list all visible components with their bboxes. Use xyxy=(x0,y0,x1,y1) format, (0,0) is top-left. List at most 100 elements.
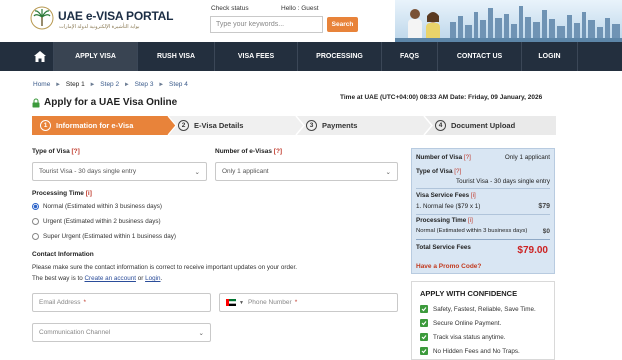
processing-time-label-text: Processing Time xyxy=(32,190,84,197)
chevron-down-icon: ⌄ xyxy=(385,168,391,176)
processing-time-label: Processing Time [i] xyxy=(32,190,92,197)
step-progress: 1 Information for e-Visa 2 E-Visa Detail… xyxy=(32,116,556,135)
email-required-mark: * xyxy=(83,299,87,306)
summary-type-row: Type of Visa [?] xyxy=(416,168,550,175)
step-3-label: Payments xyxy=(322,121,358,130)
contact-way: The best way is to Create an account or … xyxy=(32,275,163,282)
breadcrumb-home[interactable]: Home xyxy=(33,81,50,88)
breadcrumb-separator-icon: ► xyxy=(55,82,62,88)
confidence-item-text: Safety, Fastest, Reliable, Save Time. xyxy=(433,305,536,313)
summary-processing-value: Normal (Estimated within 3 business days… xyxy=(416,228,528,234)
num-visas-select[interactable]: Only 1 applicant ⌄ xyxy=(215,162,398,181)
visa-type-select[interactable]: Tourist Visa - 30 days single entry ⌄ xyxy=(32,162,207,181)
home-button[interactable] xyxy=(27,42,53,71)
nav-visa-fees[interactable]: VISA FEES xyxy=(214,42,297,71)
email-field[interactable]: Email Address * xyxy=(32,293,211,312)
step-2[interactable]: 2 E-Visa Details xyxy=(178,116,243,135)
lock-icon xyxy=(32,98,40,108)
phone-field[interactable]: ▼ Phone Number * xyxy=(219,293,398,312)
processing-option-super-urgent[interactable]: Super Urgent (Estimated within 1 busines… xyxy=(32,233,176,240)
breadcrumb-step-2[interactable]: Step 2 xyxy=(100,81,119,88)
breadcrumb-separator-icon: ► xyxy=(89,82,96,88)
breadcrumb-step-3[interactable]: Step 3 xyxy=(135,81,154,88)
nav-processing[interactable]: PROCESSING xyxy=(297,42,381,71)
communication-channel-select[interactable]: Communication Channel ⌄ xyxy=(32,323,211,342)
visa-type-help-icon[interactable]: [?] xyxy=(72,148,80,155)
step-2-number: 2 xyxy=(178,120,189,131)
radio-unselected[interactable] xyxy=(32,233,39,240)
visa-type-label: Type of Visa [?] xyxy=(32,148,80,155)
order-summary: Number of Visa [?] Only 1 applicant Type… xyxy=(411,148,555,274)
palm-logo-icon[interactable] xyxy=(30,6,54,30)
step-2-label: E-Visa Details xyxy=(194,121,244,130)
nav-login[interactable]: LOGIN xyxy=(521,42,578,71)
breadcrumb-separator-icon: ► xyxy=(158,82,165,88)
summary-total-label-text: Total Service Fees xyxy=(416,244,471,251)
confidence-item: Track visa status anytime. xyxy=(420,333,506,341)
step-3[interactable]: 3 Payments xyxy=(306,116,357,135)
num-visas-help-icon[interactable]: [?] xyxy=(274,148,282,155)
radio-selected[interactable] xyxy=(32,203,39,210)
confidence-item: Secure Online Payment. xyxy=(420,319,501,327)
step-1-label: Information for e-Visa xyxy=(56,121,134,130)
contact-note: Please make sure the contact information… xyxy=(32,264,297,271)
login-link[interactable]: Login xyxy=(145,275,160,282)
summary-fees-row: Visa Service Fees [i] xyxy=(416,192,550,199)
brand-title[interactable]: UAE e-VISA PORTAL xyxy=(58,9,173,23)
chevron-down-icon: ⌄ xyxy=(198,329,204,337)
breadcrumb: Home ► Step 1 ► Step 2 ► Step 3 ► Step 4 xyxy=(33,81,191,88)
chevron-down-icon: ⌄ xyxy=(194,168,200,176)
processing-option-urgent[interactable]: Urgent (Estimated within 2 business days… xyxy=(32,218,161,225)
promo-code-link[interactable]: Have a Promo Code? xyxy=(416,263,481,270)
create-account-link[interactable]: Create an account xyxy=(85,275,136,282)
check-icon xyxy=(420,305,428,313)
summary-fee-line-label: 1. Normal fee ($79 x 1) xyxy=(416,203,481,210)
contact-info-label: Contact Information xyxy=(32,251,94,258)
summary-type-help-icon[interactable]: [?] xyxy=(454,168,461,175)
nav-faqs[interactable]: FAQS xyxy=(381,42,437,71)
greeting: Hello : Guest xyxy=(281,5,319,12)
uae-time: Time at UAE (UTC+04:00) 08:33 AM Date: F… xyxy=(340,94,543,101)
confidence-title: APPLY WITH CONFIDENCE xyxy=(420,289,518,298)
step-4-label: Document Upload xyxy=(451,121,516,130)
summary-processing-amount: $0 xyxy=(542,228,550,235)
apply-confidence-box: APPLY WITH CONFIDENCE Safety, Fastest, R… xyxy=(411,281,555,360)
search-button[interactable]: Search xyxy=(327,17,358,32)
search-input[interactable] xyxy=(210,16,323,33)
summary-number-help-icon[interactable]: [?] xyxy=(464,154,471,161)
summary-fees-info-icon[interactable]: [i] xyxy=(471,192,476,199)
summary-divider xyxy=(416,214,550,215)
processing-option-super-urgent-label: Super Urgent (Estimated within 1 busines… xyxy=(43,233,176,240)
confidence-item-text: Secure Online Payment. xyxy=(433,319,502,327)
confidence-item: Safety, Fastest, Reliable, Save Time. xyxy=(420,305,536,313)
num-visas-label: Number of e-Visas [?] xyxy=(215,148,282,155)
processing-info-icon[interactable]: [i] xyxy=(86,190,92,197)
summary-processing-info-icon[interactable]: [i] xyxy=(468,217,473,224)
summary-fees-label: Visa Service Fees xyxy=(416,192,470,199)
breadcrumb-step-1: Step 1 xyxy=(65,81,85,88)
step-4-number: 4 xyxy=(435,120,446,131)
contact-way-or: or xyxy=(137,275,144,282)
summary-total-amount: $79.00 xyxy=(517,245,548,256)
summary-number-value: Only 1 applicant xyxy=(504,154,550,161)
step-1-number: 1 xyxy=(40,120,51,131)
nav-contact-us[interactable]: CONTACT US xyxy=(437,42,521,71)
nav-apply-visa[interactable]: APPLY VISA xyxy=(53,42,137,71)
radio-unselected[interactable] xyxy=(32,218,39,225)
summary-divider xyxy=(416,239,550,240)
step-1[interactable]: 1 Information for e-Visa xyxy=(40,116,133,135)
nav-rush-visa[interactable]: RUSH VISA xyxy=(137,42,214,71)
processing-option-normal[interactable]: Normal (Estimated within 3 business days… xyxy=(32,203,162,210)
page-title: Apply for a UAE Visa Online xyxy=(44,97,178,108)
brand-subtitle: بوابة التأشيرة الإلكترونية لدولة الإمارا… xyxy=(59,24,140,30)
phone-placeholder: Phone Number xyxy=(247,299,292,306)
summary-divider xyxy=(416,188,550,189)
num-visas-label-text: Number of e-Visas xyxy=(215,148,272,155)
uae-flag-icon[interactable] xyxy=(226,299,236,306)
step-4[interactable]: 4 Document Upload xyxy=(435,116,515,135)
site-header: UAE e-VISA PORTAL بوابة التأشيرة الإلكتر… xyxy=(0,0,622,42)
check-status-link[interactable]: Check status xyxy=(211,5,249,12)
summary-type-value: Tourist Visa - 30 days single entry xyxy=(455,178,550,185)
summary-number-row: Number of Visa [?] Only 1 applicant xyxy=(416,154,550,161)
breadcrumb-step-4[interactable]: Step 4 xyxy=(169,81,188,88)
